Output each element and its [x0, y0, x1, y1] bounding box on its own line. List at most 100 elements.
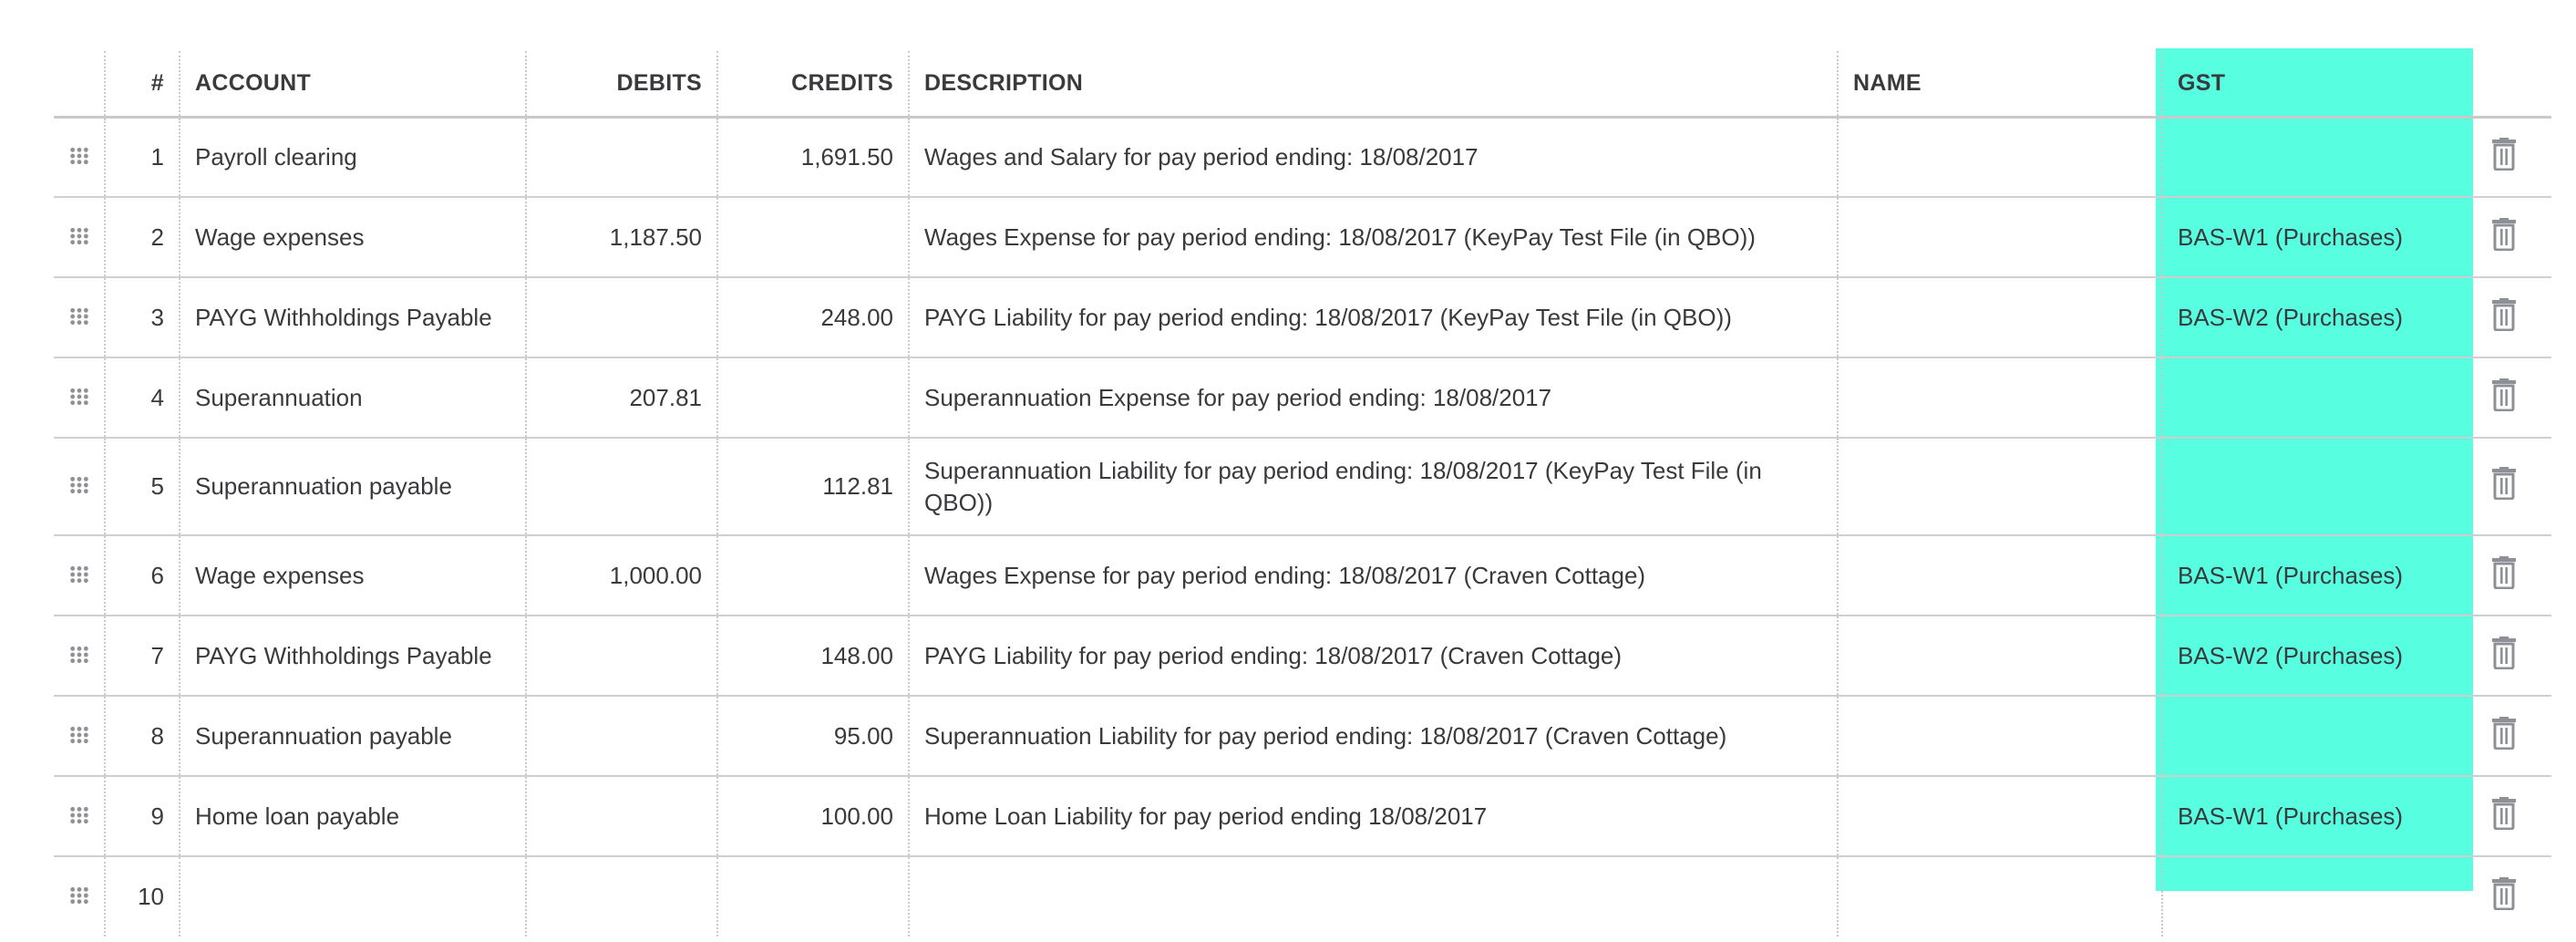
row-delete-cell[interactable] — [2457, 197, 2551, 277]
gst-cell[interactable]: BAS-W1 (Purchases) — [2161, 197, 2457, 277]
credits-cell[interactable]: 148.00 — [716, 616, 909, 696]
trash-icon[interactable] — [2491, 716, 2517, 750]
trash-icon[interactable] — [2491, 297, 2517, 331]
description-cell[interactable]: Home Loan Liability for pay period endin… — [908, 776, 1838, 856]
name-cell[interactable] — [1837, 357, 2162, 438]
row-delete-cell[interactable] — [2457, 776, 2551, 856]
name-cell[interactable] — [1837, 197, 2162, 277]
debits-cell[interactable] — [525, 696, 717, 776]
account-cell[interactable] — [179, 856, 526, 937]
debits-cell[interactable] — [525, 277, 717, 357]
drag-handle-icon[interactable] — [68, 306, 89, 326]
row-handle-cell[interactable] — [54, 616, 105, 696]
credits-cell[interactable]: 248.00 — [716, 277, 909, 357]
gst-cell[interactable] — [2161, 856, 2457, 937]
row-delete-cell[interactable] — [2457, 856, 2551, 937]
account-cell[interactable]: Payroll clearing — [179, 117, 526, 197]
debits-cell[interactable] — [525, 117, 717, 197]
gst-cell[interactable] — [2161, 117, 2457, 197]
drag-handle-icon[interactable] — [68, 476, 89, 494]
description-cell[interactable]: Wages and Salary for pay period ending: … — [908, 117, 1838, 197]
debits-cell[interactable] — [525, 438, 717, 535]
drag-handle-icon[interactable] — [68, 564, 89, 584]
row-handle-cell[interactable] — [54, 856, 105, 937]
drag-handle-icon[interactable] — [68, 645, 89, 664]
account-cell[interactable]: Superannuation payable — [179, 438, 526, 535]
debits-cell[interactable] — [525, 776, 717, 856]
drag-handle-icon[interactable] — [68, 725, 89, 744]
row-delete-cell[interactable] — [2457, 277, 2551, 357]
name-cell[interactable] — [1837, 696, 2162, 776]
gst-cell[interactable] — [2161, 696, 2457, 776]
trash-icon[interactable] — [2491, 217, 2517, 251]
row-handle-cell[interactable] — [54, 535, 105, 616]
debits-cell[interactable]: 1,000.00 — [525, 535, 717, 616]
account-cell[interactable]: Superannuation payable — [179, 696, 526, 776]
trash-icon[interactable] — [2491, 555, 2517, 589]
description-cell[interactable]: PAYG Liability for pay period ending: 18… — [908, 277, 1838, 357]
row-handle-cell[interactable] — [54, 117, 105, 197]
row-handle-cell[interactable] — [54, 776, 105, 856]
name-cell[interactable] — [1837, 776, 2162, 856]
trash-icon[interactable] — [2491, 877, 2517, 910]
account-cell[interactable]: Home loan payable — [179, 776, 526, 856]
row-handle-cell[interactable] — [54, 277, 105, 357]
description-cell[interactable]: Wages Expense for pay period ending: 18/… — [908, 535, 1838, 616]
account-cell[interactable]: Superannuation — [179, 357, 526, 438]
drag-handle-icon[interactable] — [68, 886, 89, 905]
credits-cell[interactable]: 1,691.50 — [716, 117, 909, 197]
drag-handle-icon[interactable] — [68, 387, 89, 406]
account-cell[interactable]: PAYG Withholdings Payable — [179, 277, 526, 357]
gst-cell[interactable]: BAS-W1 (Purchases) — [2161, 535, 2457, 616]
gst-cell[interactable]: BAS-W2 (Purchases) — [2161, 277, 2457, 357]
row-delete-cell[interactable] — [2457, 535, 2551, 616]
row-handle-cell[interactable] — [54, 357, 105, 438]
credits-cell[interactable]: 95.00 — [716, 696, 909, 776]
description-cell[interactable]: Superannuation Liability for pay period … — [908, 696, 1838, 776]
name-cell[interactable] — [1837, 616, 2162, 696]
gst-cell[interactable]: BAS-W1 (Purchases) — [2161, 776, 2457, 856]
row-delete-cell[interactable] — [2457, 117, 2551, 197]
account-cell[interactable]: Wage expenses — [179, 535, 526, 616]
trash-icon[interactable] — [2491, 636, 2517, 669]
row-delete-cell[interactable] — [2457, 357, 2551, 438]
name-cell[interactable] — [1837, 117, 2162, 197]
row-handle-cell[interactable] — [54, 438, 105, 535]
name-cell[interactable] — [1837, 438, 2162, 535]
description-cell[interactable]: Superannuation Liability for pay period … — [908, 438, 1838, 535]
account-cell[interactable]: PAYG Withholdings Payable — [179, 616, 526, 696]
name-cell[interactable] — [1837, 535, 2162, 616]
trash-icon[interactable] — [2491, 467, 2517, 500]
row-handle-cell[interactable] — [54, 696, 105, 776]
trash-icon[interactable] — [2491, 378, 2517, 411]
gst-cell[interactable] — [2161, 438, 2457, 535]
credits-cell[interactable] — [716, 856, 909, 937]
debits-cell[interactable]: 207.81 — [525, 357, 717, 438]
name-cell[interactable] — [1837, 856, 2162, 937]
trash-icon[interactable] — [2491, 137, 2517, 171]
gst-cell[interactable]: BAS-W2 (Purchases) — [2161, 616, 2457, 696]
description-cell[interactable] — [908, 856, 1838, 937]
drag-handle-icon[interactable] — [68, 146, 89, 165]
drag-handle-icon[interactable] — [68, 226, 89, 245]
credits-cell[interactable] — [716, 357, 909, 438]
row-handle-cell[interactable] — [54, 197, 105, 277]
credits-cell[interactable] — [716, 197, 909, 277]
debits-cell[interactable]: 1,187.50 — [525, 197, 717, 277]
credits-cell[interactable]: 100.00 — [716, 776, 909, 856]
row-delete-cell[interactable] — [2457, 696, 2551, 776]
description-cell[interactable]: PAYG Liability for pay period ending: 18… — [908, 616, 1838, 696]
description-cell[interactable]: Wages Expense for pay period ending: 18/… — [908, 197, 1838, 277]
trash-icon[interactable] — [2491, 796, 2517, 830]
drag-handle-icon[interactable] — [68, 805, 89, 824]
row-delete-cell[interactable] — [2457, 616, 2551, 696]
description-cell[interactable]: Superannuation Expense for pay period en… — [908, 357, 1838, 438]
credits-cell[interactable] — [716, 535, 909, 616]
debits-cell[interactable] — [525, 616, 717, 696]
credits-cell[interactable]: 112.81 — [716, 438, 909, 535]
debits-cell[interactable] — [525, 856, 717, 937]
gst-cell[interactable] — [2161, 357, 2457, 438]
account-cell[interactable]: Wage expenses — [179, 197, 526, 277]
row-delete-cell[interactable] — [2457, 438, 2551, 535]
name-cell[interactable] — [1837, 277, 2162, 357]
